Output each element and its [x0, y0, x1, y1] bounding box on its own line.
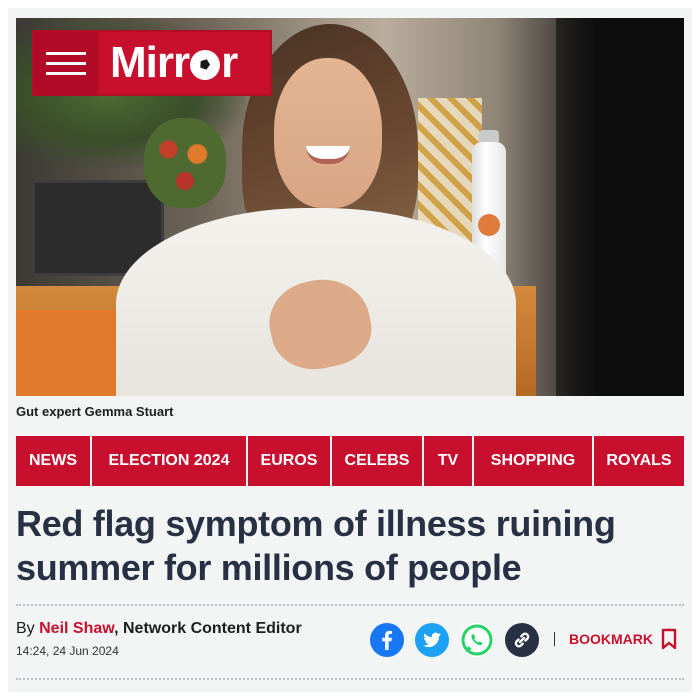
facebook-share-button[interactable] — [370, 623, 404, 657]
divider-bottom — [16, 678, 684, 680]
image-caption: Gut expert Gemma Stuart — [16, 404, 174, 419]
author-role: , Network Content Editor — [114, 620, 302, 637]
bookmark-icon — [661, 628, 677, 650]
whatsapp-share-button[interactable] — [460, 623, 494, 657]
twitter-share-button[interactable] — [415, 623, 449, 657]
logo-text-prefix: Mirr — [110, 38, 190, 87]
byline-prefix: By — [16, 620, 40, 637]
byline: By Neil Shaw, Network Content Editor — [16, 620, 302, 638]
logo-text-suffix: r — [221, 38, 238, 87]
nav-election-2024[interactable]: ELECTION 2024 — [92, 436, 246, 486]
nav-news[interactable]: NEWS — [16, 436, 90, 486]
menu-line — [46, 61, 86, 65]
nav-shopping[interactable]: SHOPPING — [474, 436, 592, 486]
hamburger-menu-icon[interactable] — [34, 32, 98, 94]
menu-line — [46, 51, 86, 55]
bottle-logo — [478, 214, 500, 236]
mirror-logo[interactable]: Mirr r — [32, 30, 272, 96]
whatsapp-icon — [461, 624, 493, 656]
article-page: Mirr r Gut expert Gemma Stuart NEWS ELECT… — [8, 8, 692, 692]
logo-wordmark[interactable]: Mirr r — [98, 32, 270, 94]
hero-image[interactable]: Mirr r — [16, 18, 684, 396]
nav-celebs[interactable]: CELEBS — [332, 436, 422, 486]
twitter-icon — [423, 632, 441, 648]
publish-date: 14:24, 24 Jun 2024 — [16, 644, 119, 658]
link-icon — [514, 632, 530, 648]
flowers — [144, 118, 226, 208]
share-separator — [554, 632, 555, 646]
football-icon — [190, 50, 221, 80]
section-nav: NEWS ELECTION 2024 EUROS CELEBS TV SHOPP… — [16, 436, 684, 486]
nav-euros[interactable]: EUROS — [248, 436, 330, 486]
bookmark-button[interactable]: BOOKMARK — [569, 628, 677, 650]
menu-line — [46, 71, 86, 75]
article-headline: Red flag symptom of illness ruining summ… — [16, 503, 616, 588]
nav-royals[interactable]: ROYALS — [594, 436, 684, 486]
share-buttons — [370, 623, 539, 657]
bookmark-label: BOOKMARK — [569, 631, 653, 647]
nav-tv[interactable]: TV — [424, 436, 472, 486]
facebook-icon — [382, 630, 393, 650]
dark-foreground — [556, 18, 684, 396]
copy-link-button[interactable] — [505, 623, 539, 657]
author-link[interactable]: Neil Shaw — [39, 620, 114, 637]
person-face — [274, 58, 382, 208]
divider-top — [16, 604, 684, 606]
